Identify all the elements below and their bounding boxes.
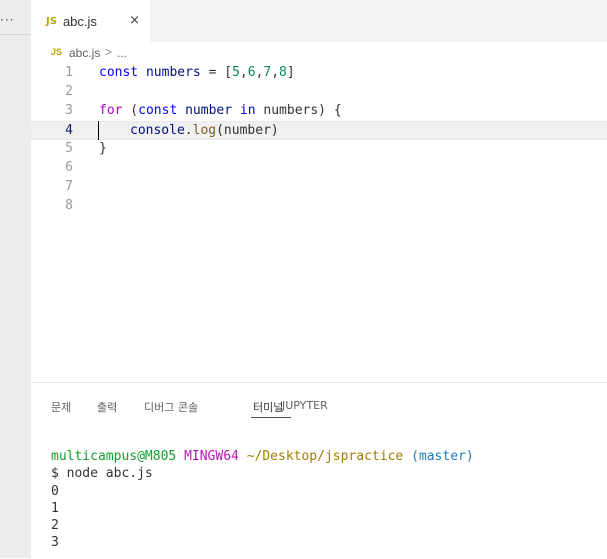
line-number: 6 [65, 160, 73, 175]
bottom-panel: 문제 출력 디버그 콘솔 터미널 JUPYTER multicampus@M80… [31, 382, 607, 559]
tab-terminal[interactable]: 터미널 [253, 399, 283, 415]
line-number: 1 [65, 65, 73, 80]
line-number: 5 [65, 141, 73, 156]
line-number: 8 [65, 198, 73, 213]
code-text: console.log(number) [130, 123, 279, 138]
terminal-output-line: 2 [51, 518, 59, 534]
tab-problems[interactable]: 문제 [51, 399, 71, 415]
line-number: 7 [65, 179, 73, 194]
text-cursor [98, 121, 99, 140]
code-text: const numbers = [5,6,7,8] [99, 65, 295, 80]
javascript-file-icon: JS [51, 47, 63, 57]
code-text: for (const number in numbers) { [99, 103, 342, 118]
tab-debug-console[interactable]: 디버그 콘솔 [144, 399, 198, 415]
terminal-output-line: 1 [51, 500, 59, 516]
divider [0, 34, 31, 35]
breadcrumb: JS abc.js > ... [31, 42, 607, 64]
line-number: 2 [65, 84, 73, 99]
breadcrumb-file[interactable]: abc.js [69, 46, 100, 60]
terminal-prompt: multicampus@M805 MINGW64 ~/Desktop/jspra… [51, 449, 474, 464]
tab-output[interactable]: 출력 [97, 399, 117, 415]
code-editor[interactable]: 1 const numbers = [5,6,7,8] 2 3 for (con… [31, 64, 607, 382]
panel-tabs: 문제 출력 디버그 콘솔 터미널 JUPYTER [31, 383, 607, 423]
terminal-command: $ node abc.js [51, 466, 153, 482]
code-line: 3 for (const number in numbers) { [31, 102, 607, 121]
close-icon[interactable]: × [129, 13, 140, 28]
code-line-current: 4 console.log(number) [31, 121, 607, 140]
breadcrumb-more[interactable]: ... [117, 46, 127, 60]
tab-jupyter[interactable]: JUPYTER [282, 399, 328, 412]
javascript-file-icon: JS [46, 15, 57, 27]
code-line: 7 [31, 178, 607, 197]
active-tab-indicator [251, 417, 291, 418]
code-line: 6 [31, 159, 607, 178]
tab-title: abc.js [62, 13, 97, 29]
code-line: 2 [31, 83, 607, 102]
terminal-output-line: 3 [51, 535, 59, 551]
code-line: 5 } [31, 140, 607, 159]
line-number: 3 [65, 103, 73, 118]
tab-abc-js[interactable]: JS abc.js × [31, 0, 150, 42]
terminal-output-line: 0 [51, 483, 59, 499]
terminal[interactable]: multicampus@M805 MINGW64 ~/Desktop/jspra… [51, 449, 474, 553]
editor-tab-bar: JS abc.js × [31, 0, 607, 42]
line-number: 4 [65, 123, 73, 138]
code-line: 1 const numbers = [5,6,7,8] [31, 64, 607, 83]
chevron-right-icon: > [105, 45, 113, 59]
code-line: 8 [31, 197, 607, 216]
code-text: } [99, 141, 107, 156]
more-actions-icon[interactable]: ··· [0, 13, 14, 27]
left-panel: ··· [0, 0, 31, 558]
